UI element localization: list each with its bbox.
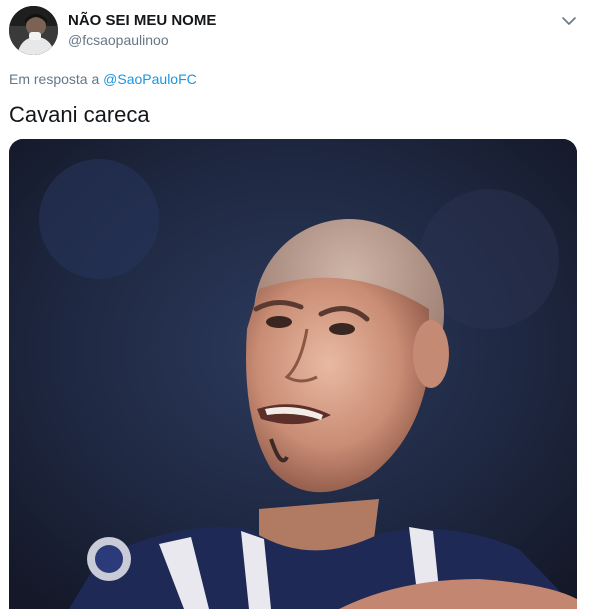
display-name[interactable]: NÃO SEI MEU NOME (68, 12, 216, 29)
chevron-down-icon[interactable] (560, 12, 578, 30)
reply-context: Em resposta a @SaoPauloFC (9, 71, 197, 87)
tweet-text: Cavani careca (9, 102, 150, 127)
reply-prefix: Em resposta a (9, 71, 100, 87)
avatar[interactable] (9, 6, 58, 55)
username-handle[interactable]: @fcsaopaulinoo (68, 32, 169, 48)
tweet-photo[interactable] (9, 139, 577, 609)
reply-to-link[interactable]: @SaoPauloFC (103, 71, 197, 87)
